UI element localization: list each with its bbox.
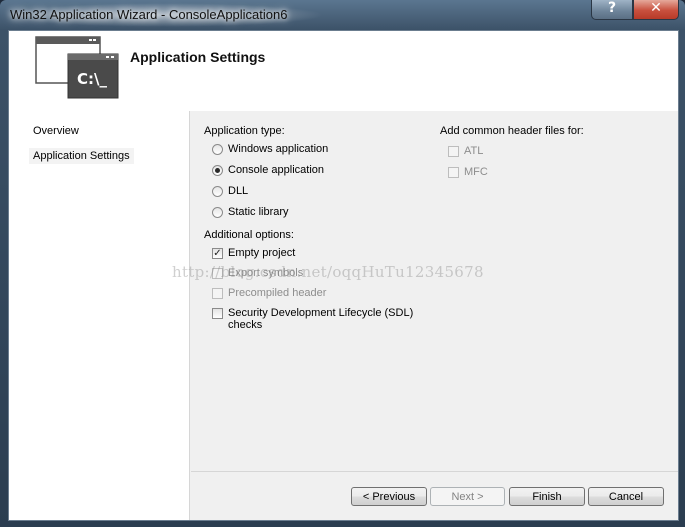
- checkbox: [448, 167, 459, 178]
- checkbox-sdl-checks[interactable]: Security Development Lifecycle (SDL) che…: [212, 307, 413, 331]
- next-button: Next >: [430, 487, 505, 506]
- settings-panel: Application type: Windows application Co…: [190, 111, 678, 520]
- application-type-label: Application type:: [204, 125, 285, 137]
- footer-divider: [191, 471, 678, 472]
- checkbox-atl: ATL: [448, 145, 483, 157]
- additional-options-label: Additional options:: [204, 229, 294, 241]
- close-button[interactable]: ✕: [633, 0, 679, 20]
- checkbox[interactable]: [212, 308, 223, 319]
- radio-button[interactable]: [212, 144, 223, 155]
- finish-button[interactable]: Finish: [509, 487, 585, 506]
- checkbox-label: Security Development Lifecycle (SDL) che…: [228, 307, 413, 331]
- checkmark-icon[interactable]: ✓: [212, 248, 223, 259]
- radio-label: DLL: [228, 185, 249, 197]
- radio-label: Console application: [228, 164, 325, 176]
- header-banner: C:\_ Application Settings: [9, 31, 678, 111]
- radio-static-library[interactable]: Static library: [212, 206, 289, 218]
- checkbox-label: Empty project: [228, 247, 296, 259]
- checkbox-empty-project[interactable]: ✓ Empty project: [212, 247, 295, 259]
- header-files-label: Add common header files for:: [440, 125, 584, 137]
- radio-button[interactable]: [212, 207, 223, 218]
- wizard-window: Win32 Application Wizard - ConsoleApplic…: [0, 0, 685, 527]
- checkbox-label: Precompiled header: [228, 287, 327, 299]
- radio-dll[interactable]: DLL: [212, 185, 248, 197]
- nav-item-application-settings[interactable]: Application Settings: [29, 148, 134, 164]
- sdl-label-line1: Security Development Lifecycle (SDL): [228, 307, 414, 319]
- console-window-icon: C:\_: [35, 36, 119, 99]
- wizard-nav: Overview Application Settings: [9, 111, 189, 520]
- checkbox-precompiled-header: Precompiled header: [212, 287, 326, 299]
- checkbox-mfc: MFC: [448, 166, 488, 178]
- watermark-text: http://blog.csdn.net/oqqHuTu12345678: [172, 263, 484, 281]
- sdl-label-line2: checks: [228, 319, 263, 331]
- help-button[interactable]: ?: [591, 0, 633, 20]
- window-title: Win32 Application Wizard - ConsoleApplic…: [10, 7, 288, 22]
- console-icon-text: C:\_: [77, 70, 107, 88]
- radio-button[interactable]: [212, 186, 223, 197]
- checkbox-label: MFC: [464, 166, 488, 178]
- radio-console-application[interactable]: Console application: [212, 164, 324, 176]
- caption-buttons: ? ✕: [591, 0, 679, 20]
- nav-item-overview[interactable]: Overview: [29, 123, 83, 139]
- cancel-button[interactable]: Cancel: [588, 487, 664, 506]
- title-bar[interactable]: Win32 Application Wizard - ConsoleApplic…: [0, 0, 685, 30]
- radio-windows-application[interactable]: Windows application: [212, 143, 328, 155]
- page-title: Application Settings: [130, 49, 266, 65]
- checkbox: [448, 146, 459, 157]
- checkbox: [212, 288, 223, 299]
- radio-button[interactable]: [212, 165, 223, 176]
- radio-label: Static library: [228, 206, 289, 218]
- radio-label: Windows application: [228, 143, 329, 155]
- checkbox-label: ATL: [464, 145, 484, 157]
- previous-button[interactable]: < Previous: [351, 487, 427, 506]
